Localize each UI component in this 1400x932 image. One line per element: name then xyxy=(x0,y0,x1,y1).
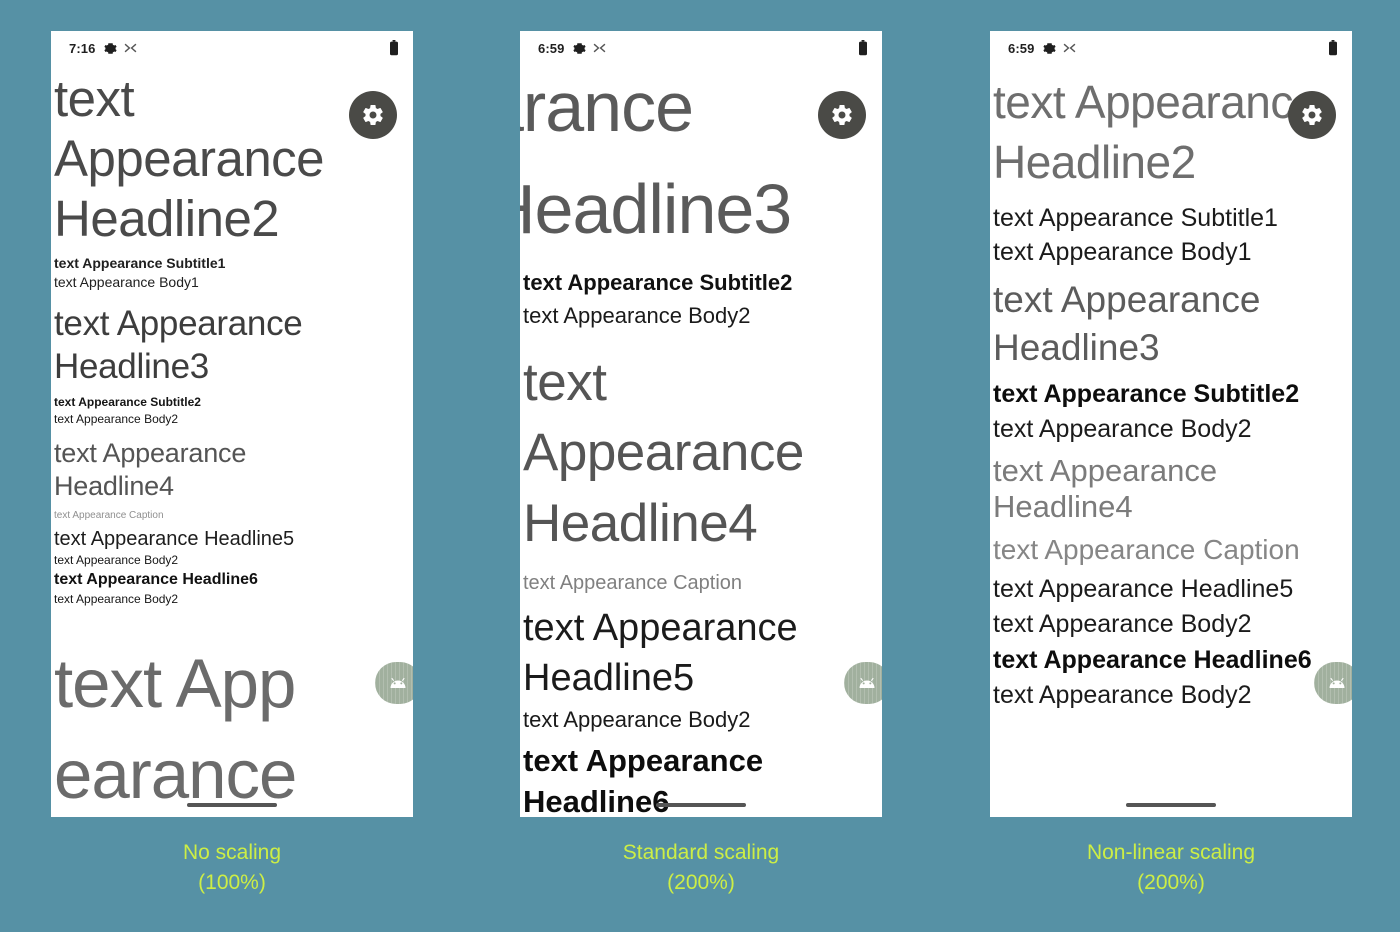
status-bar-clock: 6:59 xyxy=(1008,40,1035,56)
text-line-caption: text Appearance Caption xyxy=(993,534,1300,566)
text-line-headline6: text Appearance Headline6 xyxy=(993,645,1312,674)
text-line-body2-b: text Appearance Body2 xyxy=(523,707,751,733)
text-line-caption: text Appearance Caption xyxy=(54,510,164,522)
text-line-caption: text Appearance Caption xyxy=(523,572,743,595)
text-line-body2-a: text Appearance Body2 xyxy=(54,411,179,426)
battery-icon xyxy=(859,40,867,56)
text-line-subtitle2: text Appearance Subtitle2 xyxy=(54,394,201,409)
text-line-subtitle1: text Appearance Subtitle1 xyxy=(993,203,1278,232)
text-line-headline6: text Appearance Headline6 xyxy=(54,571,258,589)
gear-icon xyxy=(363,104,383,125)
settings-fab-button[interactable] xyxy=(349,91,397,139)
caption-value: (200%) xyxy=(1137,870,1205,894)
text-line-body2-b: text Appearance Body2 xyxy=(54,553,179,568)
text-line-body2-b: text Appearance Body2 xyxy=(993,609,1252,638)
text-line-headline5: text Appearance Headline5 xyxy=(993,574,1294,603)
caption-standard-scaling: Standard scaling (200%) xyxy=(520,838,882,898)
phone-preview-non-linear-scaling: 6:59 text Appearance Headline2 text Appe… xyxy=(990,31,1352,817)
android-mascot-badge[interactable] xyxy=(844,662,882,704)
text-line-headline2-c: Headline2 xyxy=(54,190,280,248)
text-line-headline4-a: text Appearance xyxy=(54,437,247,468)
text-line-body2-c: text Appearance Body2 xyxy=(993,680,1252,709)
home-indicator xyxy=(656,803,746,807)
settings-fab-button[interactable] xyxy=(1288,91,1336,139)
phone-preview-no-scaling: 7:16 text Appearance Headline2 text Appe… xyxy=(51,31,413,817)
status-bar: 6:59 xyxy=(520,31,882,65)
gear-icon xyxy=(573,42,587,54)
caption-non-linear-scaling: Non-linear scaling (200%) xyxy=(990,838,1352,898)
text-line-headline1-a: text App xyxy=(54,645,296,723)
text-line-body2-a: text Appearance Body2 xyxy=(523,303,751,328)
status-bar: 6:59 xyxy=(990,31,1352,65)
comparison-stage: 7:16 text Appearance Headline2 text Appe… xyxy=(0,0,1400,932)
text-appearance-list[interactable]: arance Headline3 text Appearance Subtitl… xyxy=(520,65,882,817)
status-bar-clock: 6:59 xyxy=(538,40,565,56)
text-line-subtitle2: text Appearance Subtitle2 xyxy=(993,379,1300,408)
text-line-headline5: text Appearance Headline5 xyxy=(523,607,798,699)
text-line-headline3-a: text Appearance xyxy=(54,304,303,344)
text-line-subtitle2: text Appearance Subtitle2 xyxy=(523,270,793,295)
home-indicator xyxy=(187,803,277,807)
status-bar-icons xyxy=(573,42,606,55)
gear-icon xyxy=(104,42,118,54)
battery-icon xyxy=(390,40,398,56)
android-icon xyxy=(859,677,875,688)
android-mascot-badge[interactable] xyxy=(375,662,413,704)
text-appearance-list-inner: arance Headline3 text Appearance Subtitl… xyxy=(520,65,882,817)
text-line-headline4: text Appearance Headline4 xyxy=(523,353,804,553)
text-appearance-list-inner: text Appearance Headline2 text Appearanc… xyxy=(54,65,413,817)
gear-icon xyxy=(1043,42,1057,54)
caption-title: Non-linear scaling xyxy=(1086,841,1256,864)
android-mascot-badge[interactable] xyxy=(1314,662,1352,704)
caption-no-scaling: No scaling (100%) xyxy=(51,838,413,898)
text-line-body2-a: text Appearance Body2 xyxy=(993,414,1252,443)
gear-icon xyxy=(832,104,852,125)
gear-icon xyxy=(1302,104,1322,125)
text-line-headline4-b: Headline4 xyxy=(54,471,174,502)
settings-fab-button[interactable] xyxy=(818,91,866,139)
no-signal-icon xyxy=(125,43,137,53)
android-icon xyxy=(1329,677,1345,688)
caption-value: (200%) xyxy=(667,870,735,894)
text-line-subtitle1: text Appearance Subtitle1 xyxy=(54,254,226,271)
text-line-headline3: text Appearance Headline3 xyxy=(993,278,1261,368)
text-line-headline2-b: Appearance xyxy=(54,130,325,188)
caption-value: (100%) xyxy=(198,870,266,894)
no-signal-icon xyxy=(1064,43,1076,53)
text-line-body1: text Appearance Body1 xyxy=(54,274,199,291)
status-bar-clock: 7:16 xyxy=(69,40,96,56)
battery-icon xyxy=(1329,40,1337,56)
text-line-headline4: text Appearance Headline4 xyxy=(993,452,1218,525)
text-line-headline3-b: Headline3 xyxy=(54,346,209,386)
status-bar-icons xyxy=(1043,42,1076,55)
caption-title: No scaling xyxy=(182,841,282,864)
status-bar-icons xyxy=(104,42,137,55)
text-appearance-list[interactable]: text Appearance Headline2 text Appearanc… xyxy=(51,65,413,817)
status-bar: 7:16 xyxy=(51,31,413,65)
text-line-headline5: text Appearance Headline5 xyxy=(54,528,295,551)
android-icon xyxy=(390,677,406,688)
home-indicator xyxy=(1126,803,1216,807)
text-line-body2-c: text Appearance Body2 xyxy=(54,592,179,607)
text-appearance-list-inner: text Appearance Headline2 text Appearanc… xyxy=(993,65,1352,713)
text-line-body1: text Appearance Body1 xyxy=(993,238,1252,267)
phone-preview-standard-scaling: 6:59 arance Headli xyxy=(520,31,882,817)
caption-title: Standard scaling xyxy=(622,841,780,864)
no-signal-icon xyxy=(594,43,606,53)
text-appearance-list[interactable]: text Appearance Headline2 text Appearanc… xyxy=(990,65,1352,817)
